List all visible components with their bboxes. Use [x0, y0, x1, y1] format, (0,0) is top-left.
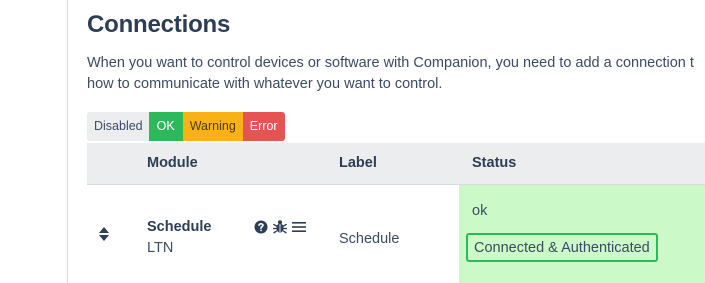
status-message-badge: Connected & Authenticated — [466, 233, 658, 262]
filter-error-button[interactable]: Error — [242, 112, 285, 141]
column-header-module: Module — [147, 155, 198, 171]
filter-warning-button[interactable]: Warning — [182, 112, 243, 141]
status-filter-group: Disabled OK Warning Error — [87, 112, 285, 141]
connections-table: Module Label Status Schedule LTN Schedul… — [87, 143, 705, 283]
status-text: ok — [472, 203, 488, 219]
module-product: LTN — [147, 240, 174, 256]
intro-text: When you want to control devices or soft… — [87, 53, 705, 95]
module-name: Schedule — [147, 219, 212, 235]
filter-disabled-button[interactable]: Disabled — [87, 112, 149, 141]
menu-icon[interactable] — [292, 221, 306, 233]
module-actions — [254, 219, 306, 234]
page-title: Connections — [87, 11, 231, 38]
filter-ok-button[interactable]: OK — [148, 112, 183, 141]
intro-line-1: When you want to control devices or soft… — [87, 55, 694, 71]
column-header-status: Status — [472, 155, 517, 171]
intro-line-2: how to communicate with whatever you wan… — [87, 76, 443, 92]
bug-icon[interactable] — [273, 219, 287, 234]
column-header-label: Label — [339, 155, 377, 171]
help-icon[interactable] — [254, 220, 268, 234]
sidebar-divider — [67, 0, 68, 283]
table-header: Module Label Status — [87, 143, 705, 185]
sort-drag-handle-icon[interactable] — [98, 226, 110, 242]
table-row: Schedule LTN Schedule ok Connected & Aut… — [87, 185, 705, 283]
status-cell: ok Connected & Authenticated — [459, 185, 705, 283]
connection-label: Schedule — [339, 231, 400, 247]
